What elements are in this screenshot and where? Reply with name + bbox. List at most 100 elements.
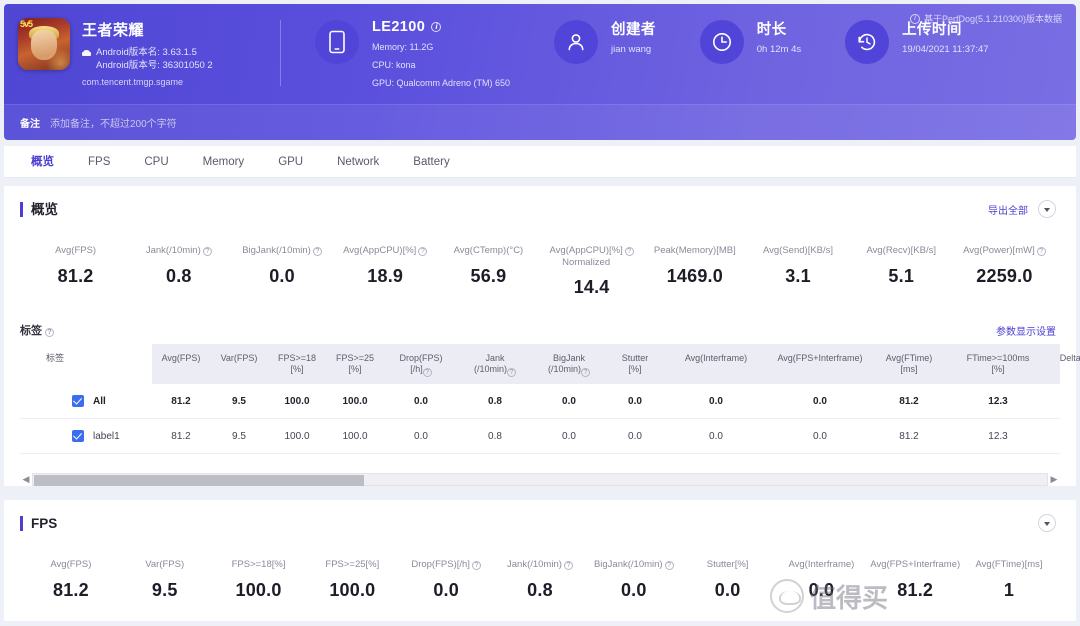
creator-title: 创建者 [611, 22, 656, 38]
remark-label: 备注 [20, 119, 40, 130]
table-header-row: 标签 Avg(FPS) Var(FPS) FPS>=18 [%] FPS>=25 [%]… [20, 344, 1080, 384]
overview-panel: 概览 导出全部 Avg(FPS) 81.2 Jank(/10min)? 0.8 BigJ… [4, 186, 1080, 486]
table-column-header: Avg(Interframe) [684, 353, 748, 363]
help-icon[interactable]: ? [624, 247, 634, 256]
table-column-header: Avg(FPS) [161, 353, 201, 363]
overview-metric-label: BigJank(/10min)? [242, 245, 322, 257]
fps-metric-label: Drop(FPS)[/h]? [411, 559, 481, 571]
perfdog-version-notice: 基于PerfDog(5.1.210300)版本数据 [904, 12, 1062, 25]
fps-metric: FPS>=25[%] 100.0 [305, 554, 399, 601]
overview-metric: Avg(AppCPU)[%]? 18.9 [334, 240, 437, 298]
table-row[interactable]: All 81.2 9.5 100.0 100.0 0.0 0.8 0.0 0.0 0.0 0.0 81… [20, 384, 1060, 419]
history-icon [845, 20, 890, 64]
app-icon-badge: 5v5 [20, 19, 33, 29]
tab-gpu[interactable]: GPU [261, 146, 320, 178]
fps-collapse-chevron-down-icon[interactable] [1038, 514, 1056, 532]
labels-table-wrap: 标签 Avg(FPS) Var(FPS) FPS>=18 [%] FPS>=25 [%]… [4, 344, 1080, 462]
labels-help-icon[interactable]: ? [45, 327, 54, 337]
overview-metric-value: 5.1 [888, 266, 915, 286]
row-checkbox[interactable] [72, 430, 84, 442]
overview-metric-value: 81.2 [57, 266, 94, 286]
table-cell: 81.2 [899, 395, 919, 407]
overview-metric-value: 3.1 [785, 266, 811, 286]
table-cell: 0.0 [1050, 396, 1080, 407]
duration-value: 0h 12m 4s [756, 44, 802, 55]
remark-input[interactable]: 添加备注，不超过200个字符 [50, 115, 177, 130]
tab-network[interactable]: Network [320, 146, 396, 178]
table-cell: 81.2 [171, 430, 191, 442]
device-info-icon[interactable] [431, 22, 442, 32]
device-cpu: CPU: kona [372, 60, 416, 70]
table-cell: 0.8 [488, 395, 502, 407]
help-icon[interactable]: ? [1036, 247, 1046, 256]
table-column-header: Drop(FPS) [/h]? [399, 353, 443, 377]
fps-metric-value: 0.0 [714, 580, 741, 600]
table-cell: 0.0 [414, 430, 428, 442]
help-icon[interactable]: ? [202, 247, 212, 256]
fps-panel: FPS Avg(FPS) 81.2 Var(FPS) 9.5 FPS>=18[%] 100… [4, 500, 1076, 621]
tab-memory[interactable]: Memory [186, 146, 262, 178]
table-cell: 100.0 [284, 395, 310, 407]
overview-metric-value: 1469.0 [666, 266, 723, 286]
tab-battery[interactable]: Battery [396, 146, 466, 178]
overview-metric-value: 2259.0 [976, 266, 1033, 286]
table-column-header: FPS>=25 [%] [335, 353, 375, 374]
tab-fps[interactable]: FPS [71, 146, 127, 178]
help-icon[interactable]: ? [664, 561, 674, 570]
fps-metric: Jank(/10min)? 0.8 [493, 554, 587, 601]
upload-time: 19/04/2021 11:37:47 [902, 44, 989, 55]
report-header: 基于PerfDog(5.1.210300)版本数据 5v5 王者荣耀 Andro… [4, 4, 1076, 140]
scroll-left-arrow-icon[interactable]: ◀ [20, 474, 32, 485]
table-cell: 0.0 [1050, 431, 1080, 442]
table-row[interactable]: label1 81.2 9.5 100.0 100.0 0.0 0.8 0.0 0.0 0.0 0.… [20, 419, 1060, 454]
help-icon[interactable]: ? [563, 561, 573, 570]
export-all-button[interactable]: 导出全部 [988, 202, 1028, 217]
app-package-name: com.tencent.tmgp.sgame [82, 77, 184, 87]
table-cell: 100.0 [342, 395, 368, 407]
tab-overview[interactable]: 概览 [14, 146, 71, 178]
overview-metric: Avg(CTemp)(°C) 56.9 [437, 240, 540, 298]
fps-metric: Drop(FPS)[/h]? 0.0 [399, 554, 493, 601]
help-icon[interactable]: ? [471, 561, 481, 570]
app-name: 王者荣耀 [82, 22, 145, 39]
fps-metric-value: 0.0 [433, 580, 459, 600]
duration-title: 时长 [756, 22, 787, 38]
scrollbar-track[interactable] [32, 472, 1048, 486]
device-info-block: LE2100 Memory: 11.2G CPU: kona GPU: Qual… [315, 18, 510, 90]
table-cell: 0.0 [813, 395, 827, 407]
labels-table-hscrollbar[interactable]: ◀ ▶ [20, 472, 1060, 486]
fps-metric-label: Jank(/10min)? [507, 559, 573, 571]
fps-metric-label: Avg(FTime)[ms] [975, 559, 1043, 570]
fps-metric: Avg(FPS+Interframe) 81.2 [868, 554, 962, 601]
scrollbar-thumb[interactable] [34, 474, 364, 486]
remark-bar[interactable]: 备注 添加备注，不超过200个字符 [4, 104, 1076, 140]
overview-metric-label: Avg(AppCPU)[%]? [343, 245, 428, 257]
fps-metric: Stutter[%] 0.0 [681, 554, 775, 601]
app-version-code: Android版本号: 36301050 2 [96, 60, 213, 71]
device-gpu: GPU: Qualcomm Adreno (TM) 650 [372, 78, 511, 88]
help-icon[interactable]: ? [418, 247, 428, 256]
overview-metric-label: Avg(AppCPU)[%] Normalized? [550, 245, 634, 269]
table-cell: 100.0 [342, 430, 368, 442]
fps-metric-value: 0.8 [527, 580, 553, 600]
help-icon[interactable]: ? [422, 368, 432, 377]
tab-cpu[interactable]: CPU [127, 146, 185, 178]
table-cell: 0.0 [813, 430, 827, 442]
scroll-right-arrow-icon[interactable]: ▶ [1048, 474, 1060, 485]
help-icon[interactable]: ? [507, 368, 516, 377]
main-tabbar: 概览 FPS CPU Memory GPU Network Battery [4, 146, 1076, 178]
overview-metric: Peak(Memory)[MB] 1469.0 [643, 240, 746, 298]
android-icon [82, 48, 91, 59]
fps-metric-value: 100.0 [329, 580, 376, 600]
param-display-settings-button[interactable]: 参数显示设置 [996, 323, 1056, 338]
fps-metric-label: Stutter[%] [706, 559, 749, 570]
help-icon[interactable]: ? [581, 368, 590, 377]
row-checkbox[interactable] [72, 395, 84, 407]
fps-title: FPS [20, 515, 57, 531]
fps-metric-label: FPS>=25[%] [325, 559, 380, 570]
table-column-header: Jank (/10min)? [458, 344, 532, 384]
overview-collapse-chevron-down-icon[interactable] [1038, 200, 1056, 218]
help-icon[interactable]: ? [312, 247, 322, 256]
info-icon [909, 13, 920, 24]
fps-metric-value: 0.0 [620, 580, 647, 600]
